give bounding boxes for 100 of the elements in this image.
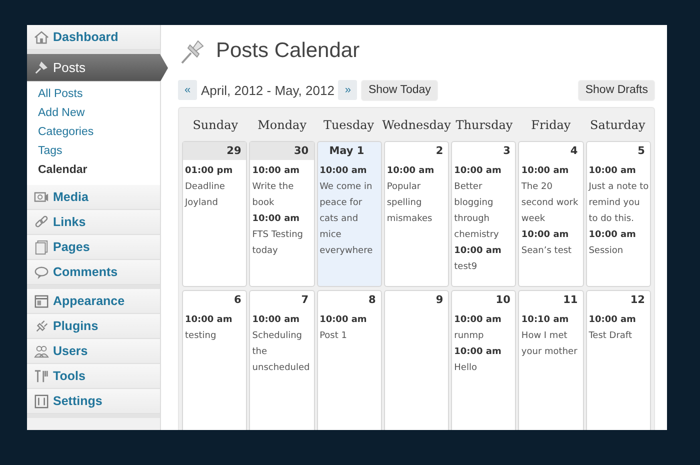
day-number: 12 (629, 293, 646, 308)
weekday-header: Saturday (589, 118, 646, 132)
submenu-item[interactable]: Add New (27, 104, 160, 123)
day-number: May 1 (328, 144, 366, 159)
day-cell[interactable]: 8 10:00 am Post 1 (316, 290, 382, 430)
day-cell[interactable]: 10 10:00 am runmp 10:00 am Hello (451, 290, 516, 430)
event-time: 10:10 am (521, 314, 570, 327)
day-number: 11 (562, 293, 579, 308)
event-title[interactable]: Write the book (252, 179, 314, 211)
event-title[interactable]: test9 (454, 259, 516, 275)
event-title[interactable]: FTS Testing today (252, 227, 314, 259)
event-time: 10:00 am (454, 245, 502, 258)
event-title[interactable]: How I met your mother (521, 328, 583, 360)
show-drafts-button[interactable]: Show Drafts (578, 80, 655, 100)
submenu-item[interactable]: Categories (27, 123, 160, 142)
day-number: 3 (502, 144, 512, 159)
weekday-header: Tuesday (322, 118, 376, 132)
menu-item[interactable]: Tools (27, 364, 160, 389)
day-number: 9 (434, 293, 444, 308)
day-number: 6 (232, 293, 242, 308)
event-time: 10:00 am (588, 165, 637, 178)
submenu-item[interactable]: Calendar (27, 161, 160, 180)
day-number: 4 (569, 144, 579, 159)
menu-item[interactable]: Comments (27, 260, 160, 285)
event-time: 10:00 am (588, 229, 637, 242)
event-time: 10:00 am (185, 314, 234, 327)
menu-item[interactable]: Plugins (27, 314, 160, 339)
day-cell[interactable]: 4 10:00 am The 20 second work week 10:00 am Sean’s test (518, 141, 584, 287)
event-title[interactable]: Hello (454, 360, 516, 376)
event-title[interactable]: Test Draft (588, 328, 650, 344)
event-title[interactable]: Post 1 (320, 328, 381, 344)
event-time: 10:00 am (252, 314, 301, 327)
day-cell[interactable]: 9 (384, 290, 450, 430)
menu-item[interactable]: Media (27, 185, 160, 210)
event-time: 10:00 am (252, 213, 301, 226)
weekday-header: Sunday (192, 118, 239, 132)
chain-icon (34, 214, 49, 230)
tools-icon (34, 368, 49, 384)
day-number: 10 (494, 293, 512, 308)
submenu-item[interactable]: All Posts (27, 85, 160, 104)
event-time: 10:00 am (252, 165, 301, 178)
menu-item[interactable]: Settings (27, 389, 160, 414)
event-time: 10:00 am (588, 314, 637, 327)
event-title[interactable]: Scheduling the unscheduled (252, 328, 314, 376)
window-icon (34, 294, 49, 308)
event-title[interactable]: The 20 second work week (521, 179, 583, 227)
day-cell[interactable]: May 1 10:00 am We come in peace for cats and mice everywhere (316, 141, 382, 287)
menu-item[interactable]: Dashboard (27, 25, 160, 50)
menu-item[interactable]: Posts (27, 54, 168, 82)
camera-icon (34, 190, 49, 204)
day-cell[interactable]: 29 01:00 pm Deadline Joyland (182, 141, 248, 287)
people-icon (34, 344, 49, 358)
submenu-item[interactable]: Tags (27, 142, 160, 161)
plug-icon (34, 318, 49, 334)
menu-item[interactable]: Links (27, 210, 160, 235)
event-time: 10:00 am (454, 314, 502, 327)
day-cell[interactable]: 11 10:10 am How I met your mother (518, 290, 584, 430)
event-time: 10:00 am (386, 165, 436, 178)
next-button[interactable]: » (338, 80, 358, 100)
event-title[interactable]: Popular spelling mismakes (386, 179, 448, 227)
weekday-header: Friday (530, 118, 572, 132)
event-title[interactable]: Deadline Joyland (185, 179, 246, 211)
event-title[interactable]: We come in peace for cats and mice everywhere (320, 179, 381, 259)
house-icon (34, 30, 49, 44)
page-title: Posts Calendar (216, 39, 360, 63)
event-time: 10:00 am (521, 165, 570, 178)
day-number: 2 (434, 144, 444, 159)
event-title[interactable]: testing (185, 328, 246, 344)
event-title[interactable]: Just a note to remind you to do this. (588, 179, 650, 227)
day-cell[interactable]: 30 10:00 am Write the book 10:00 am FTS Testing today (249, 141, 315, 287)
day-cell[interactable]: 5 10:00 am Just a note to remind you to do this. 10:00 am Session (586, 141, 651, 287)
event-time: 10:00 am (320, 314, 368, 327)
day-number: 29 (183, 142, 246, 160)
event-time: 10:00 am (454, 346, 502, 359)
event-time: 10:00 am (454, 165, 502, 178)
day-number: 30 (250, 142, 314, 160)
day-cell[interactable]: 3 10:00 am Better blogging through chemistry 10:00 am test9 (451, 141, 516, 287)
weekday-header: Wednesday (382, 118, 451, 132)
event-title[interactable]: runmp (454, 328, 516, 344)
day-cell[interactable]: 6 10:00 am testing (182, 290, 248, 430)
event-title[interactable]: Sean’s test (521, 243, 583, 259)
day-number: 7 (300, 293, 310, 308)
event-title[interactable]: Better blogging through chemistry (454, 179, 516, 243)
date-range: April, 2012 - May, 2012 (201, 82, 334, 98)
show-today-button[interactable]: Show Today (361, 80, 438, 100)
day-cell[interactable]: 2 10:00 am Popular spelling mismakes (384, 141, 450, 287)
weekday-header: Thursday (454, 118, 514, 132)
day-number: 8 (368, 293, 377, 308)
event-title[interactable]: Session (588, 243, 650, 259)
event-time: 10:00 am (521, 229, 570, 242)
day-cell[interactable]: 12 10:00 am Test Draft (586, 290, 651, 430)
speech-bubble-icon (34, 264, 49, 280)
day-cell[interactable]: 7 10:00 am Scheduling the unscheduled (249, 290, 315, 430)
day-number: 5 (636, 144, 646, 159)
previous-button[interactable]: « (178, 80, 197, 100)
weekday-header: Monday (256, 118, 308, 132)
menu-item[interactable]: Users (27, 339, 160, 364)
event-time: 01:00 pm (185, 165, 234, 178)
menu-item[interactable]: Pages (27, 235, 160, 260)
menu-item[interactable]: Appearance (27, 289, 160, 314)
